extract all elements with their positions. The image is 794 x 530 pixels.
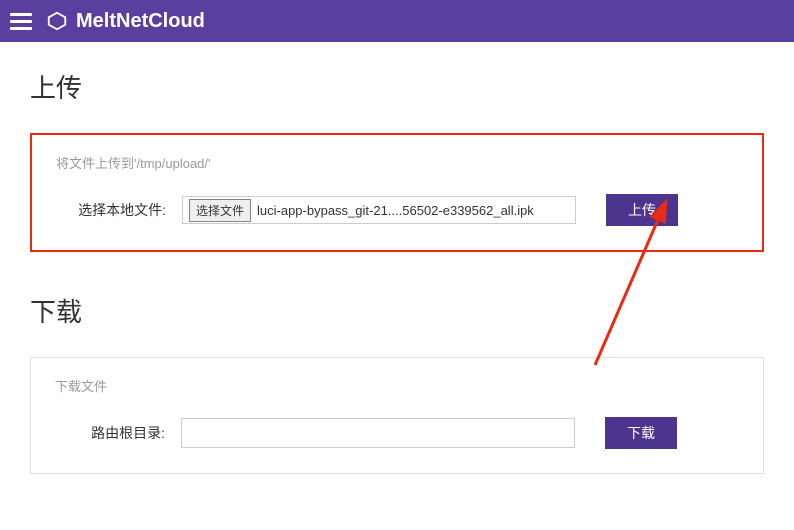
download-subtitle: 下载文件 — [55, 376, 739, 395]
brand-title: MeltNetCloud — [76, 10, 205, 33]
root-dir-input[interactable] — [181, 418, 575, 448]
upload-form-row: 选择本地文件: 选择文件 luci-app-bypass_git-21....5… — [56, 194, 738, 226]
main-content: 上传 将文件上传到'/tmp/upload/' 选择本地文件: 选择文件 luc… — [0, 42, 794, 474]
download-section-title: 下载 — [30, 292, 764, 329]
download-card: 下载文件 路由根目录: 下载 — [30, 357, 764, 474]
selected-file-name: luci-app-bypass_git-21....56502-e339562_… — [257, 203, 575, 218]
logo-icon — [46, 10, 68, 32]
menu-icon[interactable] — [10, 13, 32, 30]
upload-card: 将文件上传到'/tmp/upload/' 选择本地文件: 选择文件 luci-a… — [30, 133, 764, 252]
download-button[interactable]: 下载 — [605, 417, 677, 449]
download-row-label: 路由根目录: — [55, 423, 165, 443]
upload-row-label: 选择本地文件: — [56, 200, 166, 220]
file-input[interactable]: 选择文件 luci-app-bypass_git-21....56502-e33… — [182, 196, 576, 224]
download-form-row: 路由根目录: 下载 — [55, 417, 739, 449]
upload-section-title: 上传 — [30, 68, 764, 105]
app-header: MeltNetCloud — [0, 0, 794, 42]
upload-button[interactable]: 上传 — [606, 194, 678, 226]
upload-subtitle: 将文件上传到'/tmp/upload/' — [56, 153, 738, 172]
choose-file-button[interactable]: 选择文件 — [189, 199, 251, 222]
